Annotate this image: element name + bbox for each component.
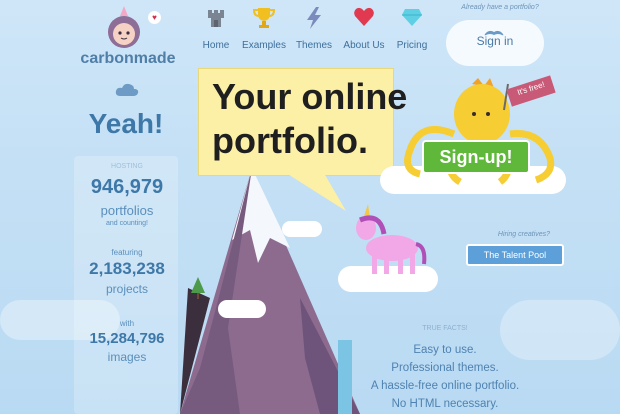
trophy-icon bbox=[252, 6, 276, 30]
nav-pricing[interactable]: Pricing bbox=[384, 6, 440, 51]
page: ♥ carbonmade Yeah! HOSTING 946,979 portf… bbox=[0, 0, 620, 414]
signup-button[interactable]: Sign-up! bbox=[422, 140, 530, 174]
facts-title: TRUE FACTS! bbox=[422, 325, 468, 332]
diamond-icon bbox=[401, 6, 423, 28]
nav-themes[interactable]: Themes bbox=[286, 6, 342, 51]
talent-prompt: Hiring creatives? bbox=[497, 231, 551, 238]
nav-pricing-label: Pricing bbox=[396, 40, 428, 51]
signin-prompt: Already have a portfolio? bbox=[461, 4, 539, 11]
heart-icon bbox=[353, 6, 375, 28]
fact-item: No HTML necessary. bbox=[391, 398, 499, 410]
mustache-icon bbox=[483, 25, 505, 36]
small-cloud bbox=[218, 300, 266, 318]
fact-item: Easy to use. bbox=[413, 344, 477, 356]
signin-button[interactable]: Sign in bbox=[462, 34, 528, 48]
headline-line-2: portfolio. bbox=[212, 120, 368, 161]
talent-pool-button[interactable]: The Talent Pool bbox=[466, 244, 564, 266]
fact-item: A hassle-free online portfolio. bbox=[370, 380, 520, 392]
heart-badge-icon: ♥ bbox=[148, 11, 161, 24]
bubble-tail bbox=[286, 173, 346, 213]
nav-examples[interactable]: Examples bbox=[236, 6, 292, 51]
castle-icon bbox=[205, 6, 227, 28]
greeting-heading: Yeah! bbox=[88, 108, 164, 139]
nav-themes-label: Themes bbox=[295, 40, 333, 51]
fact-item: Professional themes. bbox=[391, 362, 499, 374]
cloud-icon bbox=[114, 82, 140, 98]
small-cloud bbox=[282, 221, 322, 237]
headline-line-1: Your online bbox=[212, 76, 408, 117]
nav-examples-label: Examples bbox=[242, 40, 286, 51]
unicorn-icon bbox=[350, 204, 430, 276]
brand-name[interactable]: carbonmade bbox=[80, 50, 176, 68]
tree-icon bbox=[191, 277, 205, 299]
logo-mascot-icon[interactable] bbox=[104, 6, 144, 50]
lightning-icon bbox=[303, 6, 325, 30]
